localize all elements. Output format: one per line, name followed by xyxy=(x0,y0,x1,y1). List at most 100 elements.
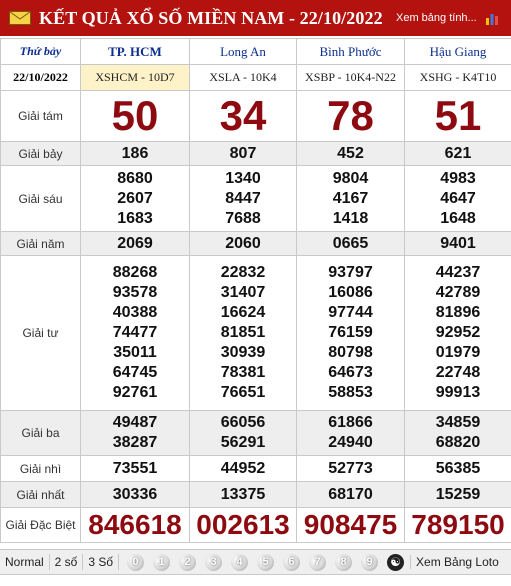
prize-number: 64745 xyxy=(112,364,158,381)
digit-ball-6[interactable]: 6 xyxy=(283,553,301,571)
province-hau-giang[interactable]: Hậu Giang xyxy=(404,38,511,65)
prize-number: 61866 xyxy=(328,414,373,431)
draw-date: 22/10/2022 xyxy=(0,64,81,91)
prize-number: 44952 xyxy=(220,459,266,477)
prize-number: 4647 xyxy=(440,189,476,207)
prize-number: 30939 xyxy=(220,344,266,361)
view-table-link[interactable]: Xem bảng tính... xyxy=(396,12,477,24)
prize-number: 1648 xyxy=(440,209,476,227)
prize-label: Giải sáu xyxy=(0,165,81,232)
prize-number: 93578 xyxy=(112,284,158,301)
page-title: KẾT QUẢ XỔ SỐ MIỀN NAM - 22/10/2022 xyxy=(39,7,383,28)
digit-ball-7[interactable]: 7 xyxy=(309,553,327,571)
prize-row-2: Giải nhì 73551 44952 52773 56385 xyxy=(0,455,511,482)
prize-label: Giải năm xyxy=(0,231,81,256)
view-loto-link[interactable]: Xem Bảng Loto xyxy=(410,555,499,569)
prize-number: 2607 xyxy=(117,189,153,207)
province-long-an[interactable]: Long An xyxy=(189,38,297,65)
prize-number: 9804 xyxy=(332,169,369,187)
prize-number: 35011 xyxy=(113,344,157,361)
prize-number: 807 xyxy=(229,144,257,162)
prize-number: 42789 xyxy=(435,284,481,301)
digit-ball-9[interactable]: 9 xyxy=(361,553,379,571)
prize-number: 7688 xyxy=(225,209,261,227)
prize-number: 22832 xyxy=(220,264,266,281)
prize-number: 2069 xyxy=(117,234,153,252)
special-prize-number: 789150 xyxy=(404,507,511,543)
prize-number: 50 xyxy=(80,90,190,142)
prize-number: 66056 xyxy=(220,414,266,431)
prize-number: 80798 xyxy=(328,344,373,361)
prize-number: 4167 xyxy=(332,189,369,207)
prize-number: 78381 xyxy=(220,364,266,381)
ticket-code: XSHG - K4T10 xyxy=(404,64,511,91)
prize-number: 38287 xyxy=(112,434,158,451)
prize-number: 16624 xyxy=(220,304,266,321)
prize-number: 81896 xyxy=(435,304,481,321)
prize-number: 68170 xyxy=(328,485,373,503)
prize-number: 51 xyxy=(404,90,511,142)
prize-number: 64673 xyxy=(328,364,373,381)
prize-number: 8447 xyxy=(225,189,261,207)
prize-number: 452 xyxy=(337,144,364,162)
prize-row-4: Giải tư 88268 93578 40388 74477 35011 64… xyxy=(0,255,511,411)
prize-row-1: Giải nhất 30336 13375 68170 15259 xyxy=(0,481,511,508)
prize-number: 44237 xyxy=(435,264,481,281)
results-header: KẾT QUẢ XỔ SỐ MIỀN NAM - 22/10/2022 Xem … xyxy=(0,0,511,36)
prize-number: 58853 xyxy=(328,384,373,401)
option-3-digits[interactable]: 3 Số xyxy=(83,554,120,570)
prize-number: 01979 xyxy=(435,344,481,361)
prize-number: 74477 xyxy=(112,324,158,341)
prize-row-6: Giải sáu 8680 2607 1683 1340 8447 7688 9… xyxy=(0,165,511,232)
weekday-label: Thứ bảy xyxy=(0,38,81,65)
prize-row-8: Giải tám 50 34 78 51 xyxy=(0,90,511,142)
digit-ball-2[interactable]: 2 xyxy=(179,553,197,571)
ticket-code: XSHCM - 10D7 xyxy=(80,64,190,91)
ticket-code-row: 22/10/2022 XSHCM - 10D7 XSLA - 10K4 XSBP… xyxy=(0,64,511,91)
prize-number: 56291 xyxy=(220,434,266,451)
digit-ball-1[interactable]: 1 xyxy=(153,553,171,571)
prize-label: Giải tư xyxy=(0,255,81,411)
prize-number: 9401 xyxy=(440,234,476,252)
prize-number: 81851 xyxy=(220,324,266,341)
prize-number: 56385 xyxy=(435,459,481,477)
ticket-code: XSLA - 10K4 xyxy=(189,64,297,91)
yin-yang-icon[interactable]: ☯ xyxy=(387,553,405,571)
special-prize-number: 846618 xyxy=(80,507,190,543)
option-normal[interactable]: Normal xyxy=(0,554,50,570)
prize-number: 1418 xyxy=(332,209,369,227)
digit-ball-4[interactable]: 4 xyxy=(231,553,249,571)
prize-number: 92952 xyxy=(435,324,481,341)
ticket-code: XSBP - 10K4-N22 xyxy=(296,64,405,91)
digit-ball-3[interactable]: 3 xyxy=(205,553,223,571)
prize-number: 92761 xyxy=(112,384,158,401)
prize-number: 4983 xyxy=(440,169,476,187)
prize-number: 186 xyxy=(121,144,149,162)
province-binh-phuoc[interactable]: Bình Phước xyxy=(296,38,405,65)
prize-number: 1683 xyxy=(117,209,153,227)
prize-number: 76159 xyxy=(328,324,373,341)
prize-number: 93797 xyxy=(328,264,373,281)
prize-number: 49487 xyxy=(112,414,158,431)
prize-number: 621 xyxy=(444,144,472,162)
prize-number: 15259 xyxy=(435,485,481,503)
mail-icon xyxy=(9,11,31,25)
digit-ball-8[interactable]: 8 xyxy=(335,553,353,571)
prize-row-special: Giải Đặc Biệt 846618 002613 908475 78915… xyxy=(0,507,511,543)
province-hcm[interactable]: TP. HCM xyxy=(80,38,190,65)
bar-chart-icon[interactable] xyxy=(485,12,499,30)
prize-number: 88268 xyxy=(112,264,158,281)
results-table: Thứ bảy TP. HCM Long An Bình Phước Hậu G… xyxy=(0,38,511,543)
prize-number: 24940 xyxy=(328,434,373,451)
option-2-digits[interactable]: 2 số xyxy=(50,554,84,570)
prize-number: 34 xyxy=(189,90,297,142)
special-prize-number: 002613 xyxy=(189,507,297,543)
prize-number: 1340 xyxy=(225,169,261,187)
prize-number: 76651 xyxy=(220,384,266,401)
digit-ball-5[interactable]: 5 xyxy=(257,553,275,571)
digit-ball-0[interactable]: 0 xyxy=(127,553,145,571)
prize-number: 52773 xyxy=(328,459,373,477)
prize-row-5: Giải năm 2069 2060 0665 9401 xyxy=(0,231,511,256)
prize-number: 16086 xyxy=(328,284,373,301)
prize-number: 31407 xyxy=(220,284,266,301)
